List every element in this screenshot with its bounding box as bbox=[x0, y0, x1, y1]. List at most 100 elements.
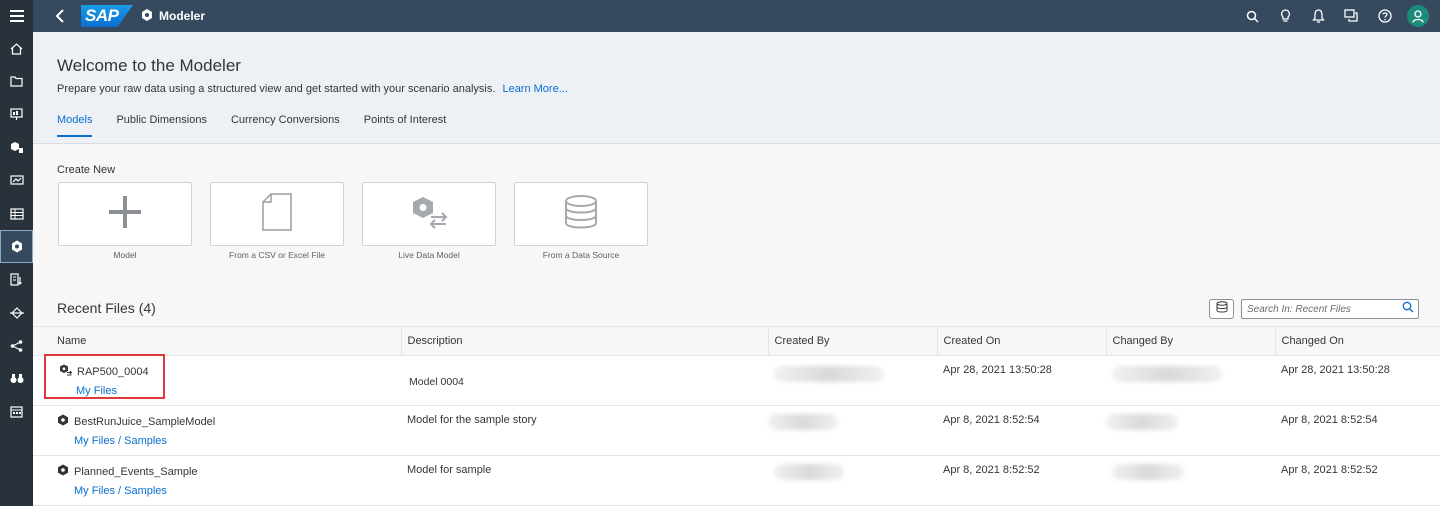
create-from-file-label: From a CSV or Excel File bbox=[229, 250, 325, 260]
column-header-description[interactable]: Description bbox=[401, 326, 769, 356]
create-from-datasource-tile[interactable] bbox=[514, 182, 648, 246]
created-by-cell bbox=[768, 405, 937, 456]
create-new-label: Create New bbox=[57, 164, 116, 176]
data-analyzer-icon[interactable] bbox=[0, 263, 33, 296]
data-source-filter-button[interactable] bbox=[1209, 299, 1234, 319]
changed-by-cell bbox=[1106, 405, 1275, 456]
app-title-label: Modeler bbox=[159, 9, 206, 23]
redacted-user bbox=[1112, 464, 1184, 480]
table-row[interactable]: Planned_Events_Sample My Files / Samples… bbox=[33, 455, 1440, 506]
live-model-icon bbox=[59, 364, 73, 379]
search-icon[interactable] bbox=[1236, 0, 1269, 32]
folder-icon[interactable] bbox=[0, 65, 33, 98]
shell-bar: SAP Modeler bbox=[0, 0, 1440, 32]
user-avatar-button[interactable] bbox=[1401, 0, 1434, 32]
live-data-icon bbox=[409, 195, 449, 234]
hamburger-menu-icon[interactable] bbox=[0, 0, 33, 32]
file-name-link[interactable]: RAP500_0004 bbox=[77, 366, 149, 378]
subtitle-text: Prepare your raw data using a structured… bbox=[57, 83, 496, 95]
name-cell: RAP500_0004 My Files bbox=[33, 355, 401, 406]
lightbulb-icon[interactable] bbox=[1269, 0, 1302, 32]
redacted-user bbox=[774, 366, 884, 382]
recent-files-search bbox=[1241, 299, 1419, 319]
path-link-my-files[interactable]: My Files bbox=[74, 435, 115, 447]
tab-bar: Models Public Dimensions Currency Conver… bbox=[57, 114, 446, 137]
create-live-data-tile[interactable] bbox=[362, 182, 496, 246]
changed-on-cell: Apr 8, 2021 8:52:52 bbox=[1275, 455, 1440, 506]
path-link-samples[interactable]: Samples bbox=[124, 485, 167, 497]
explore-icon[interactable] bbox=[0, 362, 33, 395]
shell-actions bbox=[1236, 0, 1434, 32]
database-icon bbox=[564, 194, 598, 234]
file-name-link[interactable]: BestRunJuice_SampleModel bbox=[74, 416, 215, 428]
file-name-link[interactable]: Planned_Events_Sample bbox=[74, 466, 198, 478]
tab-models[interactable]: Models bbox=[57, 114, 93, 137]
path-link-my-files[interactable]: My Files bbox=[74, 485, 115, 497]
created-by-cell bbox=[768, 355, 937, 406]
recent-files-title: Recent Files (4) bbox=[57, 300, 156, 316]
redacted-user bbox=[1106, 414, 1178, 430]
changed-by-cell bbox=[1106, 455, 1275, 506]
create-from-datasource-label: From a Data Source bbox=[542, 250, 620, 260]
table-row[interactable]: RAP500_0004 My Files Model 0004 Apr 28, … bbox=[33, 355, 1440, 406]
bell-icon[interactable] bbox=[1302, 0, 1335, 32]
user-avatar-icon bbox=[1406, 5, 1429, 27]
column-header-created-by[interactable]: Created By bbox=[768, 326, 938, 356]
data-integration-icon[interactable] bbox=[0, 296, 33, 329]
left-navigation bbox=[0, 32, 33, 506]
column-header-changed-on[interactable]: Changed On bbox=[1275, 326, 1440, 356]
create-model-tile[interactable] bbox=[58, 182, 192, 246]
chat-icon[interactable] bbox=[1335, 0, 1368, 32]
stories-icon[interactable] bbox=[0, 98, 33, 131]
table-row[interactable]: BestRunJuice_SampleModel My Files / Samp… bbox=[33, 405, 1440, 456]
sap-logo[interactable]: SAP bbox=[81, 5, 133, 27]
digital-boardroom-icon[interactable] bbox=[0, 164, 33, 197]
create-live-data-label: Live Data Model bbox=[398, 250, 460, 260]
modeler-nav-icon[interactable] bbox=[0, 230, 33, 263]
page-title: Welcome to the Modeler bbox=[57, 56, 241, 75]
create-from-file-tile[interactable] bbox=[210, 182, 344, 246]
back-icon[interactable] bbox=[45, 0, 75, 32]
tab-currency-conversions[interactable]: Currency Conversions bbox=[231, 114, 340, 137]
description-cell: Model for sample bbox=[401, 455, 768, 506]
model-icon bbox=[57, 464, 69, 479]
description-cell: Model for the sample story bbox=[401, 405, 768, 456]
plus-icon bbox=[108, 195, 142, 234]
learn-more-link[interactable]: Learn More... bbox=[502, 83, 567, 95]
help-icon[interactable] bbox=[1368, 0, 1401, 32]
created-on-cell: Apr 28, 2021 13:50:28 bbox=[937, 355, 1106, 406]
page-header: Welcome to the Modeler Prepare your raw … bbox=[33, 32, 1440, 144]
redacted-user bbox=[774, 464, 844, 480]
created-on-cell: Apr 8, 2021 8:52:54 bbox=[937, 405, 1106, 456]
column-header-changed-by[interactable]: Changed By bbox=[1106, 326, 1276, 356]
calendar-icon[interactable] bbox=[0, 395, 33, 428]
name-cell: BestRunJuice_SampleModel My Files / Samp… bbox=[33, 405, 401, 456]
analytic-apps-icon[interactable] bbox=[0, 131, 33, 164]
search-input-icon[interactable] bbox=[1402, 300, 1414, 318]
changed-on-cell: Apr 8, 2021 8:52:54 bbox=[1275, 405, 1440, 456]
redacted-user bbox=[1112, 366, 1222, 382]
app-title: Modeler bbox=[141, 8, 206, 24]
modeler-icon bbox=[141, 8, 153, 24]
description-text: Model 0004 bbox=[409, 376, 464, 388]
recent-files-table: Name Description Created By Created On C… bbox=[33, 326, 1440, 506]
created-on-cell: Apr 8, 2021 8:52:52 bbox=[937, 455, 1106, 506]
create-model-label: Model bbox=[113, 250, 137, 260]
page-subtitle: Prepare your raw data using a structured… bbox=[57, 83, 568, 95]
description-cell: Model 0004 bbox=[401, 355, 768, 406]
tab-points-of-interest[interactable]: Points of Interest bbox=[364, 114, 447, 137]
created-by-cell bbox=[768, 455, 937, 506]
column-header-name[interactable]: Name bbox=[33, 326, 402, 356]
tab-public-dimensions[interactable]: Public Dimensions bbox=[116, 114, 206, 137]
column-header-created-on[interactable]: Created On bbox=[937, 326, 1107, 356]
name-cell: Planned_Events_Sample My Files / Samples bbox=[33, 455, 401, 506]
path-link-samples[interactable]: Samples bbox=[124, 435, 167, 447]
connections-icon[interactable] bbox=[0, 329, 33, 362]
file-icon bbox=[262, 192, 292, 236]
changed-on-cell: Apr 28, 2021 13:50:28 bbox=[1275, 355, 1440, 406]
table-header-row: Name Description Created By Created On C… bbox=[33, 326, 1440, 356]
datasets-icon[interactable] bbox=[0, 197, 33, 230]
path-link-my-files[interactable]: My Files bbox=[76, 385, 117, 397]
home-icon[interactable] bbox=[0, 32, 33, 65]
search-input[interactable] bbox=[1242, 303, 1392, 315]
